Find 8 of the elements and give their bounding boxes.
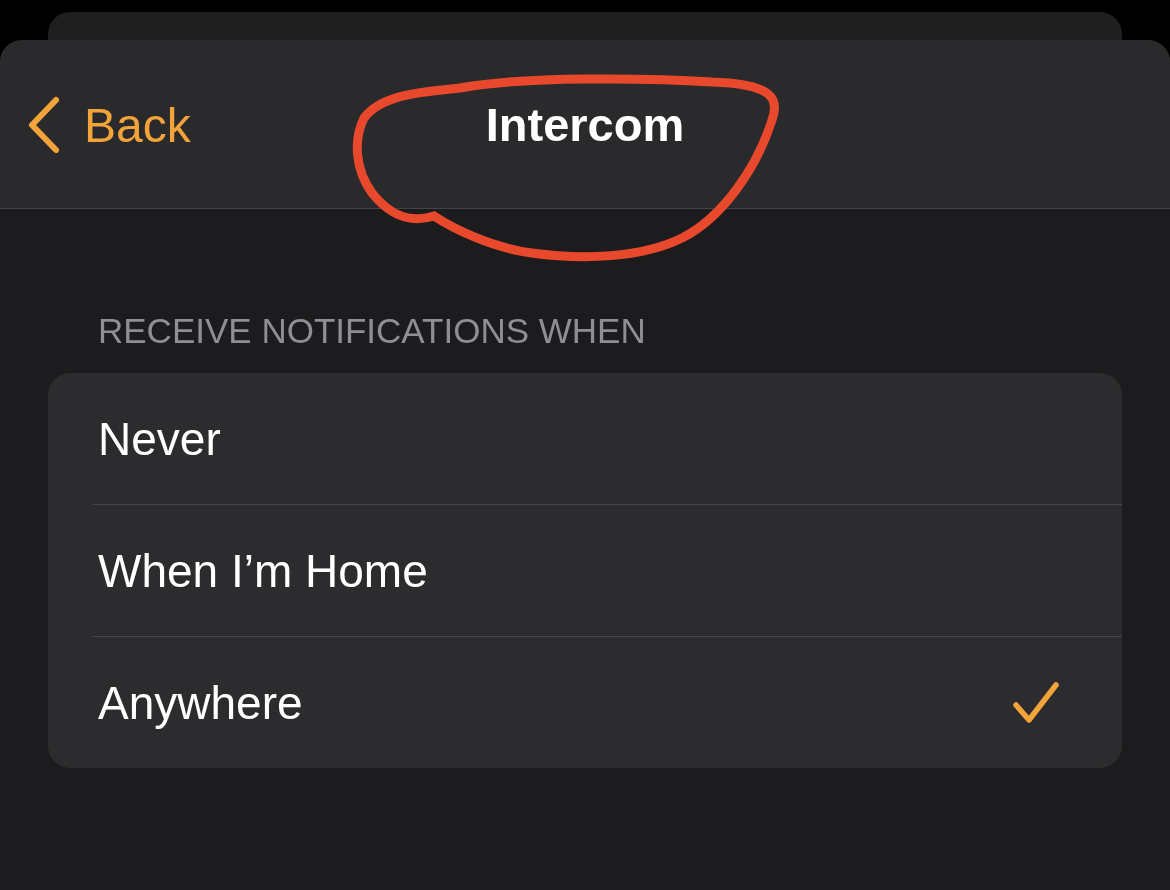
back-button[interactable]: Back bbox=[26, 96, 191, 154]
chevron-left-icon bbox=[26, 96, 60, 154]
checkmark-icon bbox=[1012, 680, 1060, 725]
option-row[interactable]: Never bbox=[93, 373, 1122, 505]
option-row[interactable]: Anywhere bbox=[93, 637, 1122, 768]
section-header: RECEIVE NOTIFICATIONS WHEN bbox=[97, 310, 647, 352]
screen-title: Intercom bbox=[485, 96, 685, 152]
option-row[interactable]: When I’m Home bbox=[93, 505, 1122, 637]
